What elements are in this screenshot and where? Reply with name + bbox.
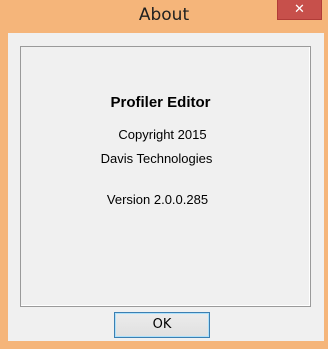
dialog-client-area: Profiler Editor Copyright 2015 Davis Tec…: [8, 33, 324, 341]
close-button[interactable]: ✕: [277, 0, 322, 20]
info-panel: Profiler Editor Copyright 2015 Davis Tec…: [20, 46, 311, 307]
ok-button[interactable]: OK: [114, 312, 210, 338]
title-bar[interactable]: About ✕: [0, 0, 328, 35]
about-dialog: About ✕ Profiler Editor Copyright 2015 D…: [0, 0, 328, 349]
close-icon: ✕: [294, 2, 305, 17]
company-name: Davis Technologies: [100, 151, 213, 166]
product-name: Profiler Editor: [110, 94, 211, 111]
copyright-text: Copyright 2015: [118, 127, 207, 142]
version-text: Version 2.0.0.285: [106, 192, 209, 207]
